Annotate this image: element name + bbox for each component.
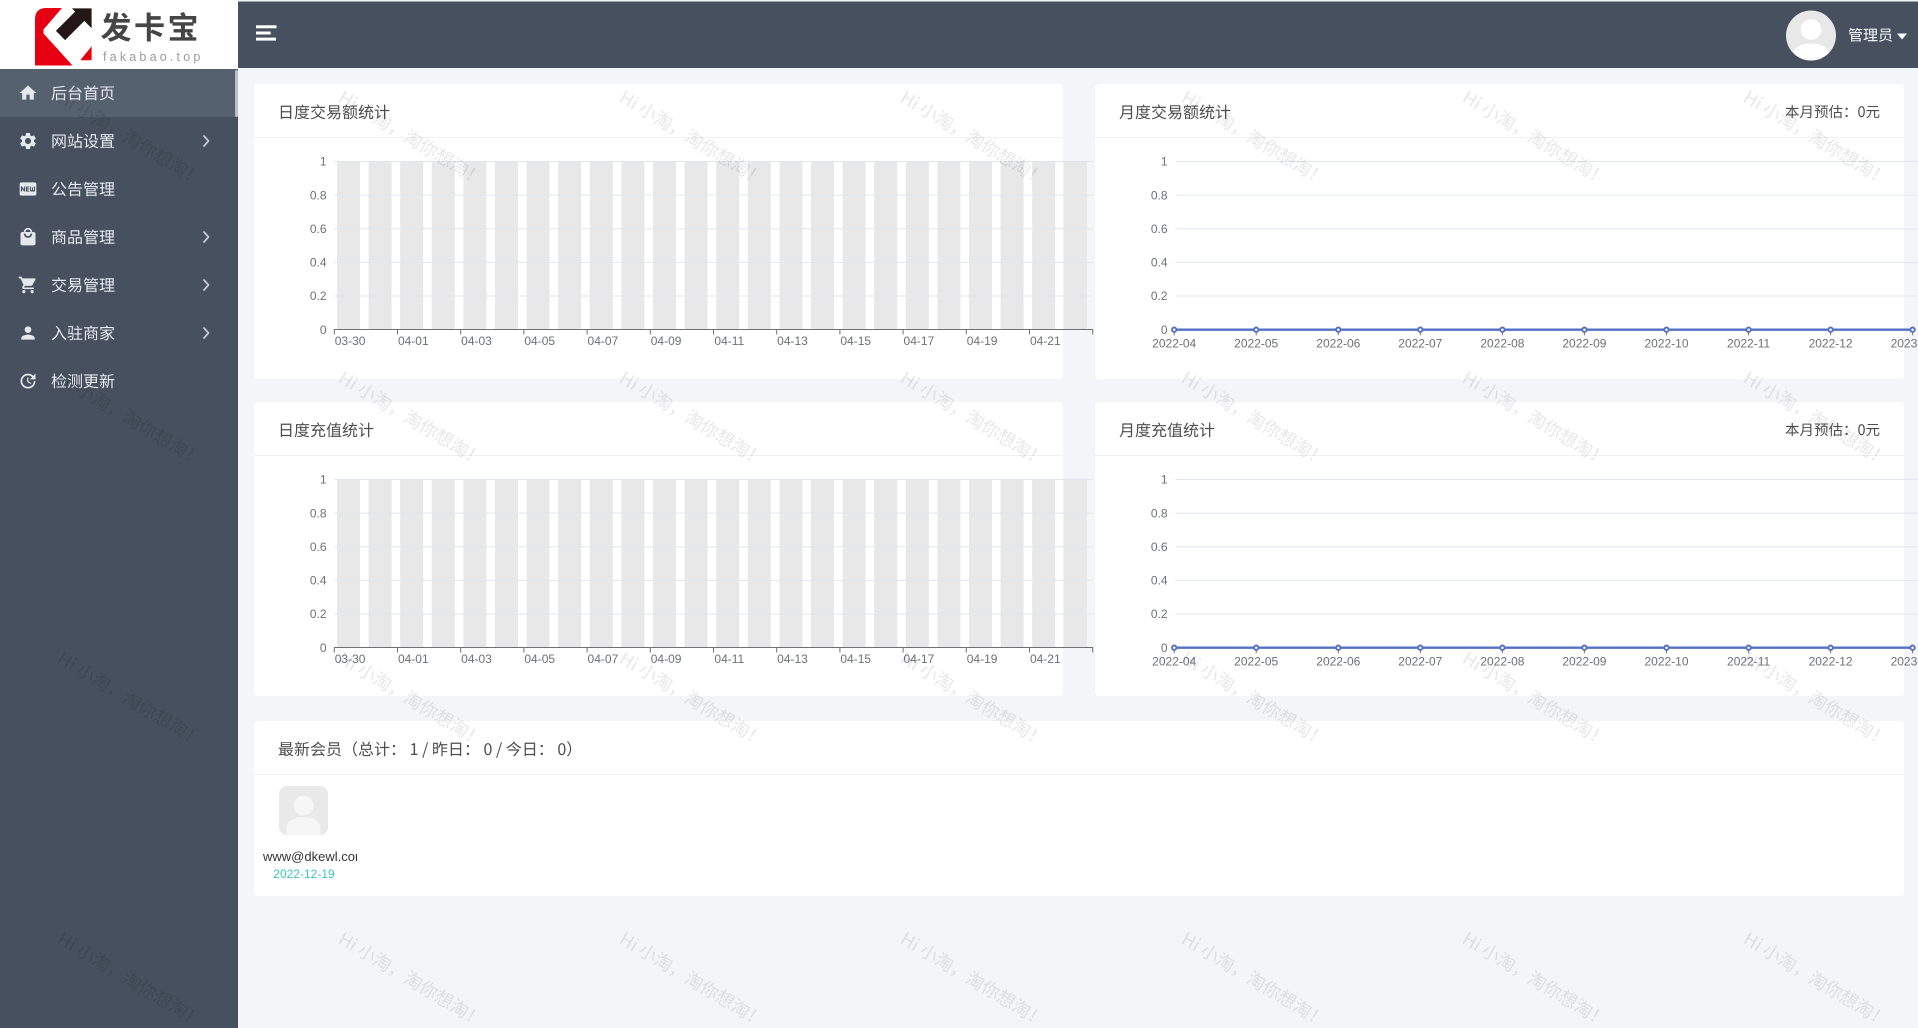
svg-text:04-13: 04-13 (777, 334, 808, 348)
svg-text:04-19: 04-19 (967, 334, 998, 348)
svg-text:04-03: 04-03 (461, 334, 492, 348)
svg-text:2022-11: 2022-11 (1727, 655, 1770, 669)
svg-text:04-03: 04-03 (461, 652, 492, 666)
svg-text:04-09: 04-09 (651, 652, 682, 666)
svg-text:03-30: 03-30 (335, 334, 366, 348)
svg-text:2023-01: 2023-01 (1891, 337, 1918, 351)
svg-text:2022-06: 2022-06 (1316, 655, 1360, 669)
svg-text:2022-07: 2022-07 (1398, 337, 1442, 351)
svg-text:fakabao.top: fakabao.top (103, 50, 204, 64)
svg-text:2022-11: 2022-11 (1727, 337, 1770, 351)
svg-text:04-21: 04-21 (1030, 652, 1061, 666)
svg-text:04-15: 04-15 (840, 652, 871, 666)
svg-text:0.2: 0.2 (1151, 607, 1168, 621)
svg-text:04-11: 04-11 (714, 334, 744, 348)
svg-text:03-30: 03-30 (335, 652, 366, 666)
svg-text:2022-08: 2022-08 (1480, 655, 1524, 669)
svg-text:0.8: 0.8 (310, 188, 327, 202)
svg-text:04-01: 04-01 (398, 652, 429, 666)
svg-text:2022-09: 2022-09 (1562, 337, 1606, 351)
svg-text:04-11: 04-11 (714, 652, 744, 666)
svg-text:04-05: 04-05 (524, 652, 555, 666)
svg-text:1: 1 (1161, 155, 1168, 169)
svg-text:0.6: 0.6 (1151, 540, 1168, 554)
svg-text:2022-12: 2022-12 (1809, 337, 1853, 351)
svg-text:0: 0 (320, 323, 327, 337)
svg-text:2022-12: 2022-12 (1809, 655, 1853, 669)
svg-text:0.2: 0.2 (310, 289, 327, 303)
svg-text:2022-05: 2022-05 (1234, 337, 1278, 351)
svg-text:04-17: 04-17 (904, 652, 935, 666)
svg-text:0: 0 (320, 641, 327, 655)
svg-text:0.4: 0.4 (1151, 256, 1168, 270)
svg-text:0.8: 0.8 (310, 506, 327, 520)
svg-text:1: 1 (320, 473, 327, 487)
svg-text:0.6: 0.6 (1151, 222, 1168, 236)
svg-text:2022-10: 2022-10 (1644, 337, 1688, 351)
svg-text:2023-01: 2023-01 (1891, 655, 1918, 669)
svg-text:0: 0 (1161, 641, 1168, 655)
svg-text:04-17: 04-17 (904, 334, 935, 348)
svg-text:0.4: 0.4 (310, 256, 327, 270)
svg-text:0.8: 0.8 (1151, 188, 1168, 202)
svg-text:04-19: 04-19 (967, 652, 998, 666)
svg-text:0.8: 0.8 (1151, 506, 1168, 520)
svg-text:1: 1 (320, 155, 327, 169)
svg-text:04-13: 04-13 (777, 652, 808, 666)
svg-text:04-05: 04-05 (524, 334, 555, 348)
svg-text:2022-08: 2022-08 (1480, 337, 1524, 351)
svg-text:04-01: 04-01 (398, 334, 429, 348)
svg-text:2022-05: 2022-05 (1234, 655, 1278, 669)
svg-text:0.4: 0.4 (1151, 574, 1168, 588)
svg-text:0.2: 0.2 (1151, 289, 1168, 303)
svg-text:04-09: 04-09 (651, 334, 682, 348)
svg-text:04-15: 04-15 (840, 334, 871, 348)
svg-text:0: 0 (1161, 323, 1168, 337)
svg-text:04-07: 04-07 (588, 334, 619, 348)
svg-text:2022-04: 2022-04 (1152, 655, 1196, 669)
svg-text:04-07: 04-07 (588, 652, 619, 666)
svg-text:2022-10: 2022-10 (1644, 655, 1688, 669)
svg-text:2022-07: 2022-07 (1398, 655, 1442, 669)
svg-text:2022-06: 2022-06 (1316, 337, 1360, 351)
svg-text:2022-09: 2022-09 (1562, 655, 1606, 669)
svg-text:1: 1 (1161, 473, 1168, 487)
svg-text:0.4: 0.4 (310, 574, 327, 588)
svg-text:0.2: 0.2 (310, 607, 327, 621)
svg-text:2022-04: 2022-04 (1152, 337, 1196, 351)
svg-text:0.6: 0.6 (310, 222, 327, 236)
svg-text:0.6: 0.6 (310, 540, 327, 554)
svg-text:04-21: 04-21 (1030, 334, 1061, 348)
